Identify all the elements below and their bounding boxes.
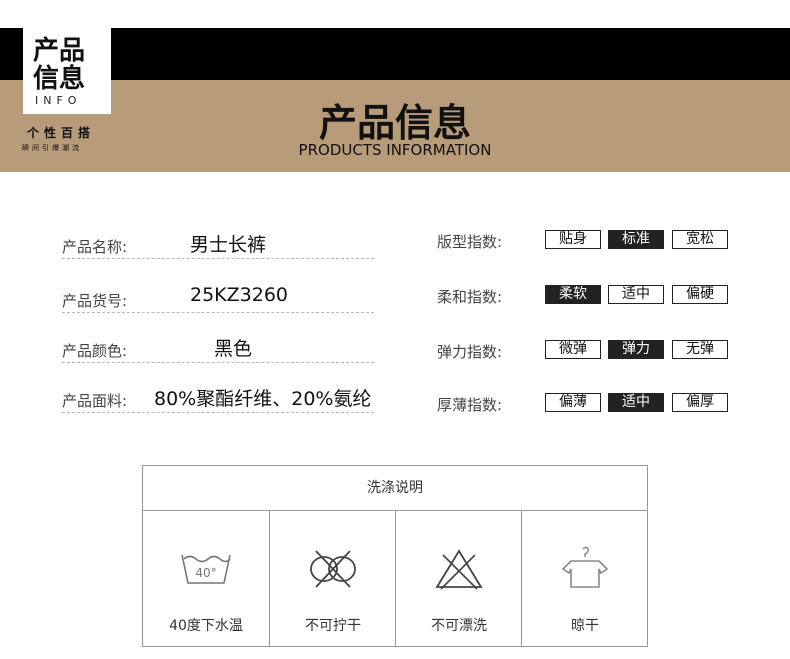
stretch-option-none: 无弹 <box>672 340 728 359</box>
wash-40-icon: 40° <box>181 554 231 584</box>
care-label: 40度下水温 <box>169 618 243 634</box>
info-label: 产品货号: <box>62 292 128 310</box>
softness-option-medium: 适中 <box>608 285 664 304</box>
thickness-option-thick: 偏厚 <box>672 393 728 412</box>
no-bleach-icon <box>435 549 483 590</box>
info-value: 25KZ3260 <box>190 284 289 306</box>
thickness-option-medium: 适中 <box>608 393 664 412</box>
info-label: 产品名称: <box>62 238 128 256</box>
header-top-bar <box>0 28 790 80</box>
index-label-thickness: 厚薄指数: <box>437 396 503 414</box>
care-title: 洗涤说明 <box>143 466 647 511</box>
care-instructions: 洗涤说明 40° 40度下水温 不可拧干 不可漂洗 晾干 <box>142 465 648 647</box>
care-label: 晾干 <box>571 618 599 634</box>
info-label: 产品颜色: <box>62 342 128 360</box>
info-value: 黑色 <box>214 338 253 360</box>
care-label: 不可漂洗 <box>431 618 487 634</box>
stretch-option-stretch: 弹力 <box>608 340 664 359</box>
care-item-wash: 40° 40度下水温 <box>143 511 269 646</box>
info-label: 产品面料: <box>62 392 128 410</box>
index-label-stretch: 弹力指数: <box>437 343 503 361</box>
info-row-color: 产品颜色: 黑色 <box>62 332 374 363</box>
stretch-option-slight: 微弹 <box>545 340 601 359</box>
thickness-option-thin: 偏薄 <box>545 393 601 412</box>
svg-text:40°: 40° <box>195 566 216 580</box>
fit-option-standard: 标准 <box>608 230 664 249</box>
fit-option-loose: 宽松 <box>672 230 728 249</box>
info-value: 男士长裤 <box>190 234 267 256</box>
no-wring-icon <box>310 550 356 588</box>
info-value: 80%聚酯纤维、20%氨纶 <box>154 388 372 410</box>
index-label-fit: 版型指数: <box>437 233 503 251</box>
softness-option-hard: 偏硬 <box>672 285 728 304</box>
care-item-no-wring: 不可拧干 <box>269 511 395 646</box>
care-label: 不可拧干 <box>305 618 361 634</box>
hang-dry-icon <box>561 546 609 588</box>
info-row-fabric: 产品面料: 80%聚酯纤维、20%氨纶 <box>62 382 374 413</box>
care-item-no-bleach: 不可漂洗 <box>395 511 521 646</box>
fit-option-slim: 贴身 <box>545 230 601 249</box>
info-row-name: 产品名称: 男士长裤 <box>62 228 374 259</box>
logo-line1: 产品 <box>33 36 86 66</box>
logo-line2: 信息 <box>33 64 86 94</box>
info-row-sku: 产品货号: 25KZ3260 <box>62 282 374 313</box>
care-item-hang-dry: 晾干 <box>521 511 647 646</box>
page-title: 产品信息 <box>318 101 471 145</box>
page-subtitle: PRODUCTS INFORMATION <box>298 141 492 159</box>
index-label-softness: 柔和指数: <box>437 288 503 306</box>
softness-option-soft: 柔软 <box>545 285 601 304</box>
